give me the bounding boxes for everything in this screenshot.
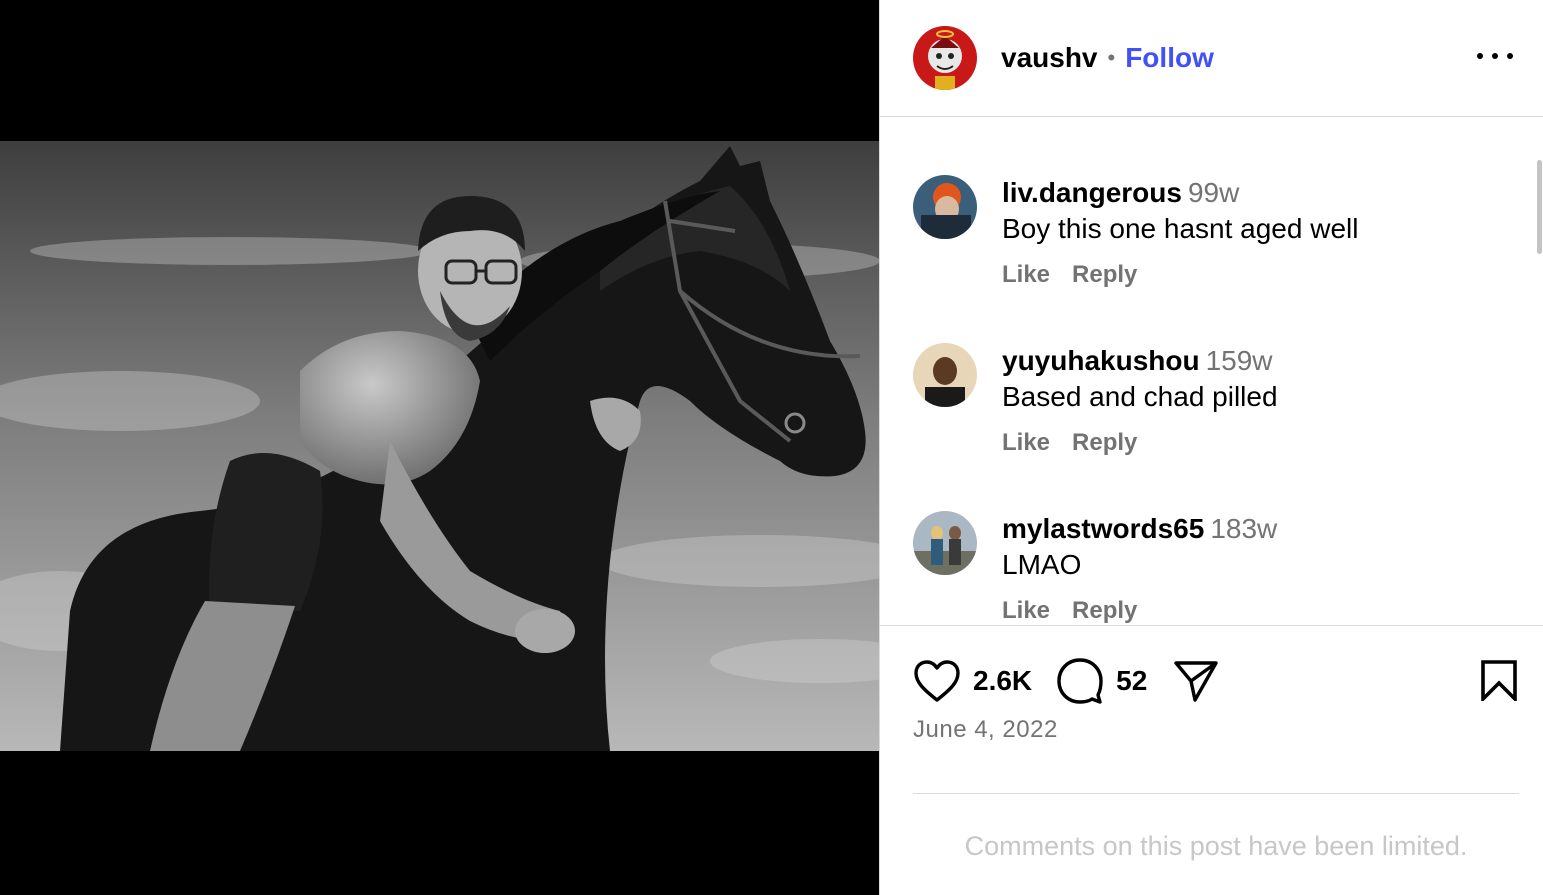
comment-time: 99w (1187, 177, 1240, 208)
commenter-avatar[interactable] (913, 343, 977, 407)
commenter-avatar[interactable] (913, 175, 977, 239)
comments-count[interactable]: 52 (1116, 665, 1147, 697)
comment-text: Boy this one hasnt aged well (1002, 213, 1359, 244)
comment-text: Based and chad pilled (1002, 381, 1278, 412)
post-sidebar: vaushv • Follow liv.dangerous 99w Boy th… (879, 0, 1543, 895)
comment-action[interactable]: 52 (1056, 657, 1147, 705)
post-media (0, 0, 879, 895)
commenter-avatar[interactable] (913, 511, 977, 575)
comment-icon[interactable] (1056, 657, 1104, 705)
author-avatar[interactable] (913, 26, 977, 90)
like-action[interactable]: 2.6K (913, 659, 1032, 703)
comments-scrollbar[interactable] (1537, 160, 1542, 254)
header-separator: • (1107, 45, 1116, 70)
comment-reply-button[interactable]: Reply (1072, 597, 1137, 624)
likes-count[interactable]: 2.6K (973, 665, 1032, 697)
comment-reply-button[interactable]: Reply (1072, 429, 1137, 456)
action-bar: 2.6K 52 (913, 656, 1518, 706)
comments-limited-notice: Comments on this post have been limited. (964, 831, 1468, 861)
comment-reply-button[interactable]: Reply (1072, 261, 1137, 288)
author-username[interactable]: vaushv (1001, 42, 1098, 74)
share-icon[interactable] (1173, 659, 1219, 703)
comment-username[interactable]: mylastwords65 (1002, 513, 1204, 544)
horse-rider-photo (0, 141, 879, 751)
follow-button[interactable]: Follow (1125, 42, 1214, 74)
save-action[interactable] (1480, 659, 1518, 706)
footer-divider (913, 793, 1519, 794)
heart-icon[interactable] (913, 659, 961, 703)
comment-time: 183w (1210, 513, 1278, 544)
comment-like-button[interactable]: Like (1002, 429, 1050, 456)
post-header: vaushv • Follow (880, 0, 1543, 117)
comments-list[interactable]: liv.dangerous 99w Boy this one hasnt aged… (880, 118, 1543, 626)
post-date[interactable]: June 4, 2022 (913, 716, 1058, 744)
comment-username[interactable]: yuyuhakushou (1002, 345, 1200, 376)
bookmark-icon[interactable] (1480, 659, 1518, 704)
comment-like-button[interactable]: Like (1002, 597, 1050, 624)
share-action[interactable] (1173, 659, 1219, 703)
post-photo[interactable] (0, 141, 879, 751)
comment-time: 159w (1205, 345, 1273, 376)
comment-like-button[interactable]: Like (1002, 261, 1050, 288)
instagram-post: vaushv • Follow liv.dangerous 99w Boy th… (0, 0, 1543, 895)
more-options-icon[interactable] (1477, 38, 1513, 74)
comment-username[interactable]: liv.dangerous (1002, 177, 1182, 208)
post-footer: 2.6K 52 June 4, 2022 Comments on this po… (880, 625, 1543, 895)
comment-text: LMAO (1002, 549, 1082, 580)
